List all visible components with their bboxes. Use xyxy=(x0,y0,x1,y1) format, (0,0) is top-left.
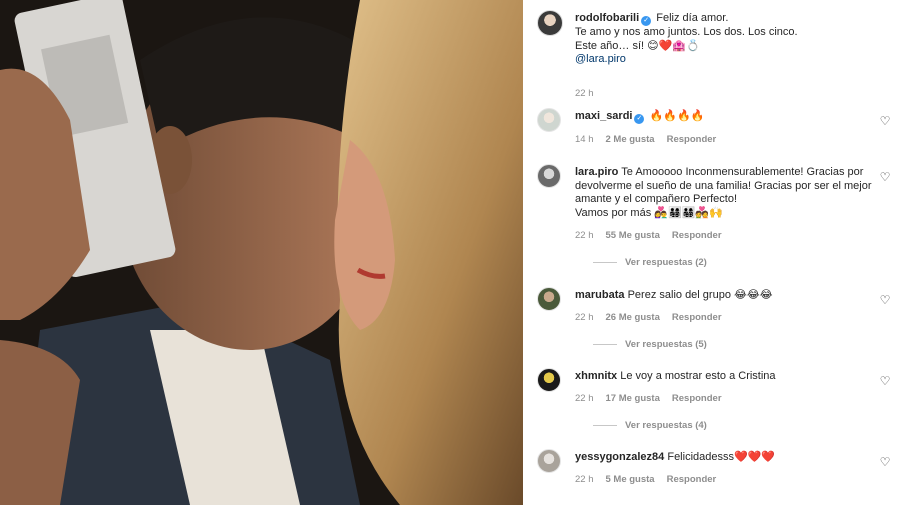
replies-divider xyxy=(593,261,617,263)
avatar[interactable] xyxy=(537,287,561,311)
caption-timestamp[interactable]: 22 h xyxy=(575,88,594,99)
caption-line-2: Te amo y nos amo juntos. Los dos. Los ci… xyxy=(575,26,798,38)
comment-body: Le voy a mostrar esto a Cristina xyxy=(620,370,776,382)
view-replies-label[interactable]: Ver respuestas (5) xyxy=(625,339,707,350)
comments-panel: rodolfobarili ✓ Feliz día amor. Te amo y … xyxy=(523,0,900,505)
avatar[interactable] xyxy=(537,164,561,188)
couple-photo-illustration xyxy=(0,0,523,505)
comment-meta: 14 h 2 Me gusta Responder xyxy=(575,134,728,145)
comment-time[interactable]: 14 h xyxy=(575,134,594,145)
comment-time[interactable]: 22 h xyxy=(575,393,594,404)
verified-badge-icon: ✓ xyxy=(634,114,645,124)
avatar[interactable] xyxy=(537,368,561,392)
avatar[interactable] xyxy=(537,108,561,132)
comment-likes[interactable]: 5 Me gusta xyxy=(606,474,655,485)
comment-likes[interactable]: 55 Me gusta xyxy=(606,230,660,241)
reply-button[interactable]: Responder xyxy=(667,474,717,485)
comment-username[interactable]: xhmnitx xyxy=(575,370,617,382)
comment-username[interactable]: marubata xyxy=(575,289,625,301)
comment-likes[interactable]: 17 Me gusta xyxy=(606,393,660,404)
heart-outline-icon[interactable]: ♡ xyxy=(879,294,891,306)
post-photo xyxy=(0,0,523,505)
view-replies-label[interactable]: Ver respuestas (2) xyxy=(625,257,707,268)
view-replies-button[interactable]: Ver respuestas (4) xyxy=(593,420,707,431)
reply-button[interactable]: Responder xyxy=(672,230,722,241)
caption-text: rodolfobarili ✓ Feliz día amor. Te amo y … xyxy=(575,12,885,67)
verified-badge-icon: ✓ xyxy=(641,16,652,26)
comment-meta: 22 h 17 Me gusta Responder xyxy=(575,393,734,404)
comment-username[interactable]: lara.piro xyxy=(575,166,618,178)
comment-body-line-2: Vamos por más 👩‍❤️‍👨👨‍👩‍👧‍👦👨‍👩‍👧‍👦💑🙌 xyxy=(575,206,723,219)
comment-text: yessygonzalez84 Felicidadesss❤️❤️❤️ xyxy=(575,451,875,465)
comment-text: maxi_sardi ✓ 🔥🔥🔥🔥 xyxy=(575,110,875,124)
comment-body: Felicidadesss❤️❤️❤️ xyxy=(667,451,776,463)
comment-body: Te Amooooo Inconmensurablemente! Gracias… xyxy=(575,166,872,205)
reply-button[interactable]: Responder xyxy=(672,393,722,404)
caption-line-3: Este año… sí! 😊❤️🏩💍 xyxy=(575,39,700,52)
avatar[interactable] xyxy=(537,10,563,36)
caption-line-1: Feliz día amor. xyxy=(656,12,729,24)
comment-time[interactable]: 22 h xyxy=(575,312,594,323)
view-replies-button[interactable]: Ver respuestas (5) xyxy=(593,339,707,350)
caption-mention[interactable]: @lara.piro xyxy=(575,53,626,65)
avatar[interactable] xyxy=(537,449,561,473)
view-replies-label[interactable]: Ver respuestas (4) xyxy=(625,420,707,431)
heart-outline-icon[interactable]: ♡ xyxy=(879,171,891,183)
heart-outline-icon[interactable]: ♡ xyxy=(879,115,891,127)
comment-time[interactable]: 22 h xyxy=(575,230,594,241)
comment-meta: 22 h 26 Me gusta Responder xyxy=(575,312,734,323)
heart-outline-icon[interactable]: ♡ xyxy=(879,375,891,387)
heart-outline-icon[interactable]: ♡ xyxy=(879,456,891,468)
comment-time[interactable]: 22 h xyxy=(575,474,594,485)
comment-text: xhmnitx Le voy a mostrar esto a Cristina xyxy=(575,370,875,384)
comment-text: lara.piro Te Amooooo Inconmensurablement… xyxy=(575,166,875,220)
replies-divider xyxy=(593,343,617,345)
caption-username[interactable]: rodolfobarili xyxy=(575,12,639,24)
view-replies-button[interactable]: Ver respuestas (2) xyxy=(593,257,707,268)
comment-meta: 22 h 5 Me gusta Responder xyxy=(575,474,728,485)
comment-username[interactable]: maxi_sardi xyxy=(575,110,632,122)
comment-likes[interactable]: 26 Me gusta xyxy=(606,312,660,323)
comment-username[interactable]: yessygonzalez84 xyxy=(575,451,664,463)
comment-body: 🔥🔥🔥🔥 xyxy=(649,110,705,122)
replies-divider xyxy=(593,424,617,426)
comment-likes[interactable]: 2 Me gusta xyxy=(606,134,655,145)
comment-text: marubata Perez salio del grupo 😂😂😂 xyxy=(575,289,875,303)
reply-button[interactable]: Responder xyxy=(667,134,717,145)
comment-meta: 22 h 55 Me gusta Responder xyxy=(575,230,734,241)
comment-body: Perez salio del grupo 😂😂😂 xyxy=(627,289,773,301)
reply-button[interactable]: Responder xyxy=(672,312,722,323)
